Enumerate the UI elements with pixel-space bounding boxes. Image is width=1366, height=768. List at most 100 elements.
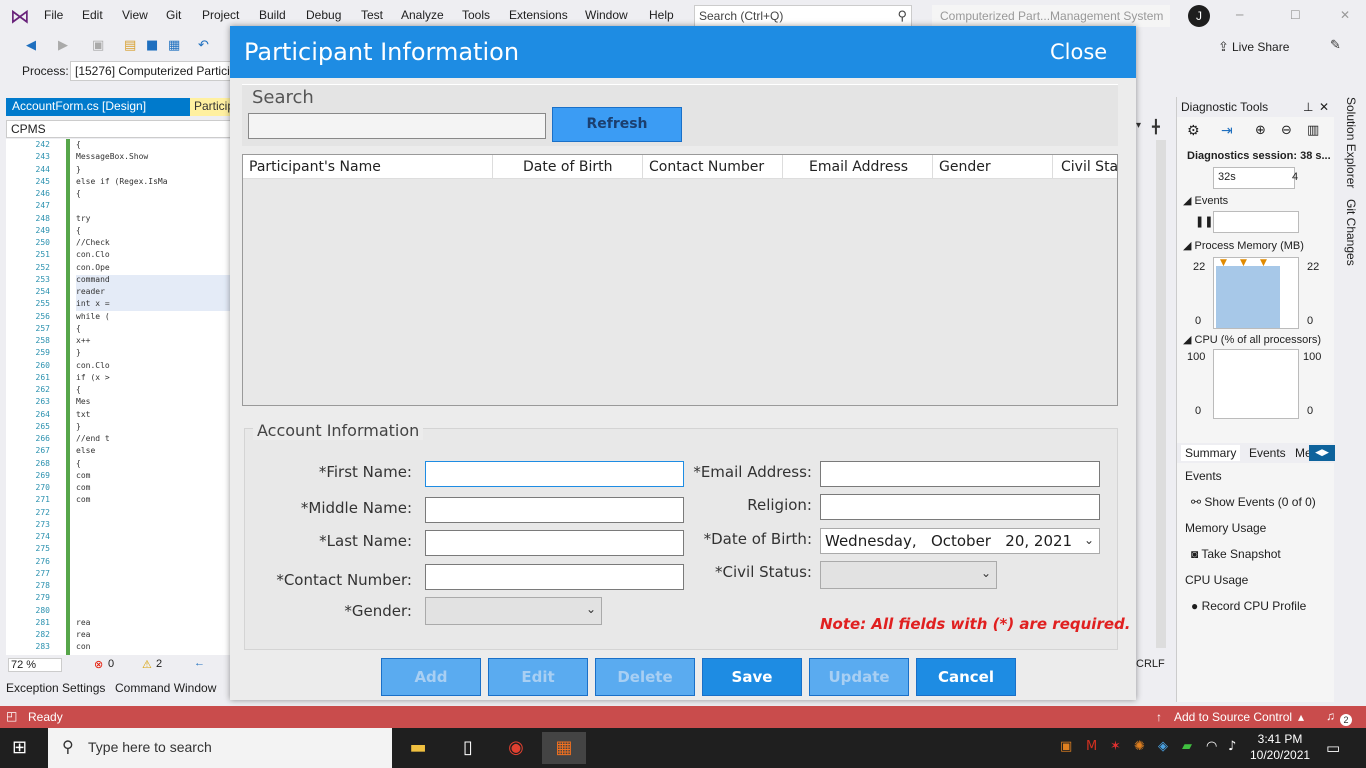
- tray-app-icon[interactable]: ✶: [1110, 739, 1121, 754]
- taskbar-clock[interactable]: 3:41 PM 10/20/2021: [1250, 731, 1310, 763]
- live-share-button[interactable]: Live Share: [1232, 40, 1289, 54]
- forward-icon[interactable]: ▶: [58, 38, 68, 53]
- warning-count[interactable]: 2: [156, 658, 162, 670]
- save-all-icon[interactable]: ▦: [168, 38, 180, 53]
- gender-select[interactable]: ⌄: [425, 597, 602, 625]
- middle-name-input[interactable]: [425, 497, 684, 523]
- close-window-icon[interactable]: ✕: [1340, 8, 1350, 22]
- error-count[interactable]: 0: [108, 658, 114, 670]
- close-button[interactable]: Close: [1050, 40, 1107, 64]
- take-snapshot-link[interactable]: ◙ Take Snapshot: [1191, 547, 1281, 561]
- menu-debug[interactable]: Debug: [306, 8, 341, 22]
- open-folder-icon[interactable]: ▤: [124, 38, 136, 53]
- windows-start-icon[interactable]: ⊞: [12, 738, 32, 758]
- code-editor[interactable]: 242 243 244 245 246 247 248 249 250 251 252 253 254 2…: [6, 139, 232, 655]
- process-dropdown[interactable]: [15276] Computerized Partici: [70, 61, 234, 81]
- back-icon[interactable]: ◀: [26, 38, 36, 53]
- action-center-icon[interactable]: ▭: [1326, 739, 1340, 757]
- export-icon[interactable]: ⇥: [1221, 123, 1233, 139]
- avatar[interactable]: J: [1188, 5, 1210, 27]
- maximize-icon[interactable]: ☐: [1290, 8, 1301, 22]
- wifi-icon[interactable]: ◠: [1206, 739, 1217, 754]
- refresh-button[interactable]: Refresh: [552, 107, 682, 142]
- settings-gear-icon[interactable]: ⚙: [1187, 123, 1200, 139]
- tab-solution-explorer[interactable]: Solution Explorer: [1344, 97, 1358, 188]
- close-panel-icon[interactable]: ✕: [1319, 100, 1329, 114]
- menu-file[interactable]: File: [44, 8, 63, 22]
- add-button[interactable]: Add: [381, 658, 481, 696]
- menu-view[interactable]: View: [122, 8, 148, 22]
- notifications-icon[interactable]: ♫: [1326, 709, 1335, 723]
- tab-git-changes[interactable]: Git Changes: [1344, 199, 1358, 266]
- chart-icon[interactable]: ▥: [1307, 123, 1319, 138]
- civil-status-select[interactable]: ⌄: [820, 561, 997, 589]
- edit-button[interactable]: Edit: [488, 658, 588, 696]
- column-gender[interactable]: Gender: [933, 155, 1053, 178]
- dropdown-arrow-icon[interactable]: ▾: [1136, 120, 1150, 136]
- menu-extensions[interactable]: Extensions: [509, 8, 568, 22]
- minimize-icon[interactable]: ─: [1236, 8, 1243, 22]
- tab-events[interactable]: Events: [1249, 446, 1286, 460]
- line-ending-indicator[interactable]: CRLF: [1136, 658, 1165, 670]
- feedback-icon[interactable]: ✎: [1330, 38, 1341, 53]
- zoom-out-icon[interactable]: ⊖: [1281, 123, 1292, 138]
- date-of-birth-picker[interactable]: Wednesday, October 20, 2021 ⌄: [820, 528, 1100, 554]
- menu-tools[interactable]: Tools: [462, 8, 490, 22]
- email-address-input[interactable]: [820, 461, 1100, 487]
- column-date-of-birth[interactable]: Date of Birth: [493, 155, 643, 178]
- menu-git[interactable]: Git: [166, 8, 181, 22]
- tab-scroll-arrows-icon[interactable]: ◀▶: [1309, 445, 1335, 461]
- contact-number-input[interactable]: [425, 564, 684, 590]
- undo-icon[interactable]: ↶: [198, 38, 209, 53]
- notepad-icon[interactable]: ▯: [446, 732, 490, 764]
- show-events-link[interactable]: ⚯ Show Events (0 of 0): [1191, 495, 1316, 509]
- pause-icon[interactable]: ❚❚: [1195, 215, 1213, 228]
- tray-app-icon[interactable]: ◈: [1158, 739, 1168, 754]
- chrome-icon[interactable]: ◉: [494, 732, 538, 764]
- menu-build[interactable]: Build: [259, 8, 286, 22]
- record-cpu-link[interactable]: ● Record CPU Profile: [1191, 599, 1306, 613]
- tab-participant[interactable]: Particip: [190, 98, 232, 116]
- file-explorer-icon[interactable]: ▬: [396, 732, 440, 764]
- tab-exception-settings[interactable]: Exception Settings: [6, 681, 105, 695]
- menu-edit[interactable]: Edit: [82, 8, 103, 22]
- zoom-in-icon[interactable]: ⊕: [1255, 123, 1266, 138]
- search-input[interactable]: [248, 113, 546, 139]
- save-button[interactable]: Save: [702, 658, 802, 696]
- app-running-icon[interactable]: ▦: [542, 732, 586, 764]
- pin-icon[interactable]: ⊥: [1303, 100, 1313, 114]
- timeline-ruler[interactable]: 32s 4: [1213, 167, 1298, 189]
- class-dropdown[interactable]: CPMS: [6, 120, 232, 138]
- menu-help[interactable]: Help: [649, 8, 674, 22]
- column-civil-status[interactable]: Civil Sta: [1053, 155, 1117, 178]
- tab-command-window[interactable]: Command Window: [115, 681, 216, 695]
- first-name-input[interactable]: [425, 461, 684, 487]
- menu-test[interactable]: Test: [361, 8, 383, 22]
- tab-account-form-design[interactable]: AccountForm.cs [Design]: [6, 98, 190, 116]
- update-button[interactable]: Update: [809, 658, 909, 696]
- cancel-button[interactable]: Cancel: [916, 658, 1016, 696]
- nav-back-icon[interactable]: ←: [194, 657, 205, 669]
- tray-app-icon[interactable]: ▰: [1182, 739, 1192, 754]
- new-item-icon[interactable]: ▣: [92, 38, 104, 53]
- vs-search-box[interactable]: Search (Ctrl+Q) ⚲: [694, 5, 912, 27]
- editor-scrollbar[interactable]: [1156, 140, 1166, 648]
- last-name-input[interactable]: [425, 530, 684, 556]
- menu-project[interactable]: Project: [202, 8, 239, 22]
- column-email-address[interactable]: Email Address: [783, 155, 933, 178]
- participants-table[interactable]: Participant's Name Date of Birth Contact…: [242, 154, 1118, 406]
- tray-app-icon[interactable]: M: [1086, 739, 1097, 754]
- zoom-dropdown[interactable]: 72 %: [8, 658, 62, 672]
- taskbar-search[interactable]: ⚲ Type here to search: [48, 728, 392, 768]
- menu-window[interactable]: Window: [585, 8, 628, 22]
- tray-app-icon[interactable]: ▣: [1060, 739, 1072, 754]
- tab-summary[interactable]: Summary: [1181, 445, 1241, 461]
- column-participant-name[interactable]: Participant's Name: [243, 155, 493, 178]
- volume-icon[interactable]: ♪: [1228, 739, 1236, 754]
- split-icon[interactable]: ╋: [1152, 120, 1166, 136]
- tray-app-icon[interactable]: ✺: [1134, 739, 1145, 754]
- menu-analyze[interactable]: Analyze: [401, 8, 444, 22]
- column-contact-number[interactable]: Contact Number: [643, 155, 783, 178]
- add-to-source-control[interactable]: Add to Source Control: [1174, 710, 1292, 724]
- save-icon[interactable]: ■: [146, 38, 158, 53]
